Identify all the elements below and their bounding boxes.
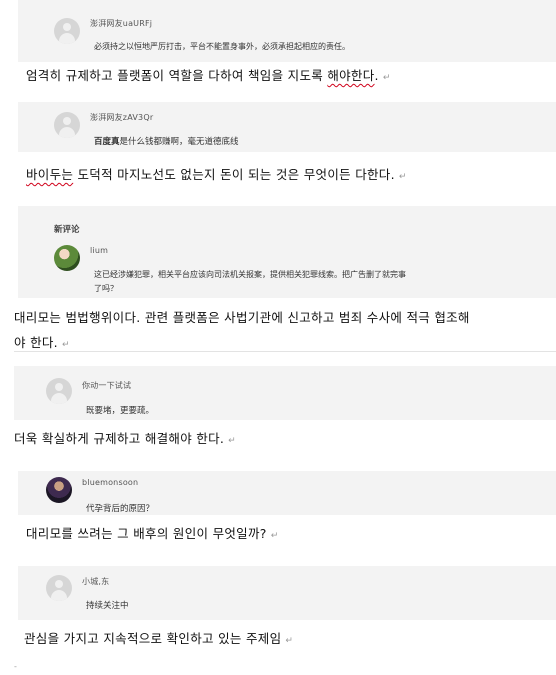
paragraph-mark-icon: ↵ [285,636,294,646]
comment-text: 必须持之以恒地严厉打击，平台不能置身事外，必须承担起相应的责任。 [94,42,350,51]
translation-text: 엄격히 규제하고 플랫폼이 역할을 다하여 책임을 지도록 해야한다. ↵ [26,68,391,83]
comment-screenshot-1: 澎湃网友uaURFj 必须持之以恒地严厉打击，平台不能置身事外，必须承担起相应的… [18,0,556,62]
comment-screenshot-2: 澎湃网友zAV3Qr 百度真是什么钱都赚啊，毫无道德底线 [18,102,556,152]
paragraph-mark-icon: ↵ [61,340,70,350]
divider [14,351,556,352]
comment-text-line: 这已经涉嫌犯罪，相关平台应该向司法机关报案，提供相关犯罪线索。把广告删了就完事 [94,270,406,279]
paragraph-mark-icon: ↵ [228,436,237,446]
comment-screenshot-5: bluemonsoon 代孕背后的原因？ [18,471,556,515]
comment-screenshot-4: 你动一下试试 既要堵，更要疏。 [14,366,556,420]
section-label: 新评论 [54,225,80,235]
comment-username: 小城,东 [82,577,110,586]
user-avatar [46,477,72,503]
default-avatar-icon [54,18,80,44]
paragraph-mark-icon: ↵ [398,172,407,182]
comment-screenshot-6: 小城,东 持续关注中 [18,566,556,620]
comment-username: bluemonsoon [82,478,139,487]
comment-text: 既要堵，更要疏。 [86,406,155,416]
comment-screenshot-3: 新评论 lium 这已经涉嫌犯罪，相关平台应该向司法机关报案，提供相关犯罪线索。… [18,206,556,298]
comment-text: 百度真是什么钱都赚啊，毫无道德底线 [94,137,239,147]
translation-text: 더욱 확실하게 규제하고 해결해야 한다. ↵ [14,431,237,446]
translation-text: 바이두는 도덕적 마지노선도 없는지 돈이 되는 것은 무엇이든 다한다. ↵ [26,167,407,182]
comment-text: 持续关注中 [86,601,129,611]
translation-text-line: 대리모는 범법행위이다. 관련 플랫폼은 사법기관에 신고하고 범죄 수사에 적… [14,310,470,325]
paragraph-mark-icon: ↵ [270,531,279,541]
paragraph-mark-icon: ↵ [382,73,391,83]
translation-text: 대리모를 쓰려는 그 배후의 원인이 무엇일까? ↵ [26,526,279,541]
comment-username: 你动一下试试 [82,381,132,390]
default-avatar-icon [54,112,80,138]
comment-text: 代孕背后的原因？ [86,504,155,514]
default-avatar-icon [46,378,72,404]
user-avatar [54,245,80,271]
default-avatar-icon [46,575,72,601]
translation-text: 관심을 가지고 지속적으로 확인하고 있는 주제임 ↵ [24,631,294,646]
translation-text-line: 야 한다. ↵ [14,335,70,350]
comment-username: 澎湃网友zAV3Qr [90,113,154,122]
footer-mark: - [14,662,17,671]
comment-text-line: 了吗？ [94,284,118,293]
comment-username: 澎湃网友uaURFj [90,19,153,28]
comment-username: lium [90,246,109,255]
